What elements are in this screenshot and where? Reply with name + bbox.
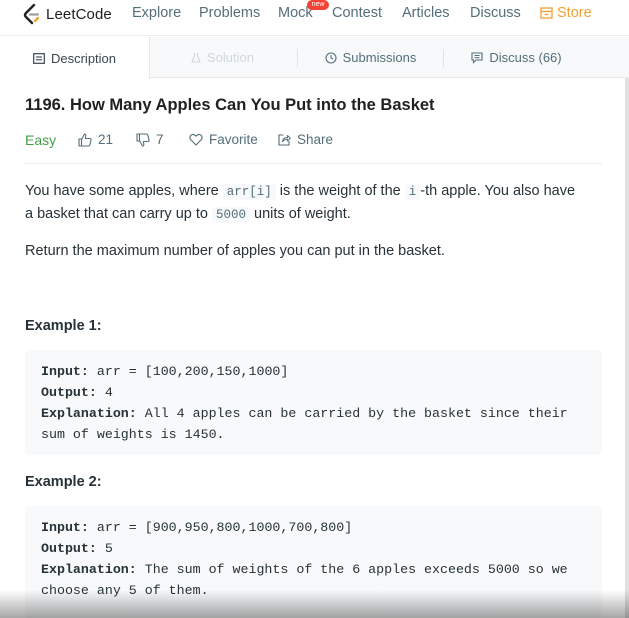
input-label: Input: <box>41 364 89 379</box>
output-value: 4 <box>96 385 113 400</box>
input-value: arr = [100,200,150,1000] <box>88 364 289 379</box>
nav-store[interactable]: Store <box>540 5 592 21</box>
tab-discuss-label: Discuss (66) <box>489 50 562 65</box>
logo-text: LeetCode <box>46 5 112 23</box>
share-label: Share <box>297 132 334 147</box>
thumbs-up-icon <box>78 132 92 147</box>
like-button[interactable]: 21 <box>78 132 113 147</box>
top-navigation: LeetCode Explore Problems Mock new Conte… <box>0 0 629 36</box>
dislike-button[interactable]: 7 <box>136 132 164 147</box>
share-icon <box>278 134 291 146</box>
problem-title: 1196. How Many Apples Can You Put into t… <box>25 96 435 114</box>
explanation-label: Explanation: <box>41 562 137 577</box>
inline-code: arr[i] <box>222 184 276 200</box>
input-label: Input: <box>41 520 89 535</box>
description-text: -th apple. You also have <box>420 183 576 199</box>
example-input: Input: arr = [100,200,150,1000] <box>41 361 586 382</box>
nav-articles[interactable]: Articles <box>402 5 450 21</box>
example-input: Input: arr = [900,950,800,1000,700,800] <box>41 517 586 538</box>
scrollbar-track[interactable] <box>625 78 629 618</box>
explanation-label: Explanation: <box>41 406 137 421</box>
output-label: Output: <box>41 385 97 400</box>
nav-discuss[interactable]: Discuss <box>470 5 521 21</box>
problem-tabs: Description Solution Submissions Discuss… <box>0 37 629 79</box>
description-text: units of weight. <box>250 206 351 222</box>
favorite-button[interactable]: Favorite <box>189 132 258 147</box>
description-text: You have some apples, where <box>25 183 223 199</box>
tab-submissions[interactable]: Submissions <box>298 37 443 78</box>
nav-problems[interactable]: Problems <box>199 5 260 21</box>
leetcode-logo[interactable]: LeetCode <box>23 2 112 26</box>
nav-contest[interactable]: Contest <box>332 5 382 21</box>
example-output: Output: 5 <box>41 538 586 559</box>
explanation-text: All 4 apples can be carried by the baske… <box>136 406 568 421</box>
nav-store-label: Store <box>557 5 592 21</box>
output-value: 5 <box>96 541 113 556</box>
description-line-2: a basket that can carry up to 5000 units… <box>25 203 351 227</box>
description-paragraph-2: Return the maximum number of apples you … <box>25 243 445 259</box>
output-label: Output: <box>41 541 97 556</box>
new-badge: new <box>307 0 329 10</box>
thumbs-down-icon <box>136 132 150 147</box>
explanation-text: The sum of weights of the 6 apples excee… <box>136 562 568 577</box>
example-1-block: Input: arr = [100,200,150,1000] Output: … <box>25 350 602 455</box>
divider <box>25 163 602 164</box>
input-value: arr = [900,950,800,1000,700,800] <box>88 520 353 535</box>
tab-discuss[interactable]: Discuss (66) <box>444 37 589 78</box>
tab-solution[interactable]: Solution <box>150 37 295 78</box>
description-line-1: You have some apples, where arr[i] is th… <box>25 180 575 204</box>
flask-icon <box>191 53 201 63</box>
heart-icon <box>189 133 203 146</box>
difficulty-badge: Easy <box>25 132 57 148</box>
like-count: 21 <box>98 132 114 147</box>
problem-meta: Easy 21 7 Favorite Share <box>25 130 605 150</box>
clock-icon <box>325 51 337 64</box>
example-1-heading: Example 1: <box>25 318 102 334</box>
dislike-count: 7 <box>156 132 164 147</box>
example-2-heading: Example 2: <box>25 474 102 490</box>
favorite-label: Favorite <box>209 132 258 147</box>
description-text: a basket that can carry up to <box>25 206 212 222</box>
leetcode-logo-icon <box>23 3 40 25</box>
store-icon <box>540 7 553 19</box>
description-icon <box>33 52 45 64</box>
example-explanation-cont: sum of weights is 1450. <box>41 427 225 442</box>
tab-solution-label: Solution <box>207 50 254 65</box>
description-text: is the weight of the <box>275 183 405 199</box>
comment-icon <box>471 51 483 64</box>
bottom-fade <box>0 590 629 618</box>
inline-code: i <box>404 184 421 200</box>
tab-description[interactable]: Description <box>0 37 150 79</box>
tab-description-label: Description <box>50 50 117 66</box>
nav-explore[interactable]: Explore <box>132 5 181 21</box>
tab-submissions-label: Submissions <box>342 50 417 65</box>
example-explanation: Explanation: The sum of weights of the 6… <box>41 559 586 580</box>
share-button[interactable]: Share <box>278 132 333 147</box>
example-explanation: Explanation: All 4 apples can be carried… <box>41 403 586 424</box>
example-output: Output: 4 <box>41 382 586 403</box>
inline-code: 5000 <box>212 207 251 223</box>
